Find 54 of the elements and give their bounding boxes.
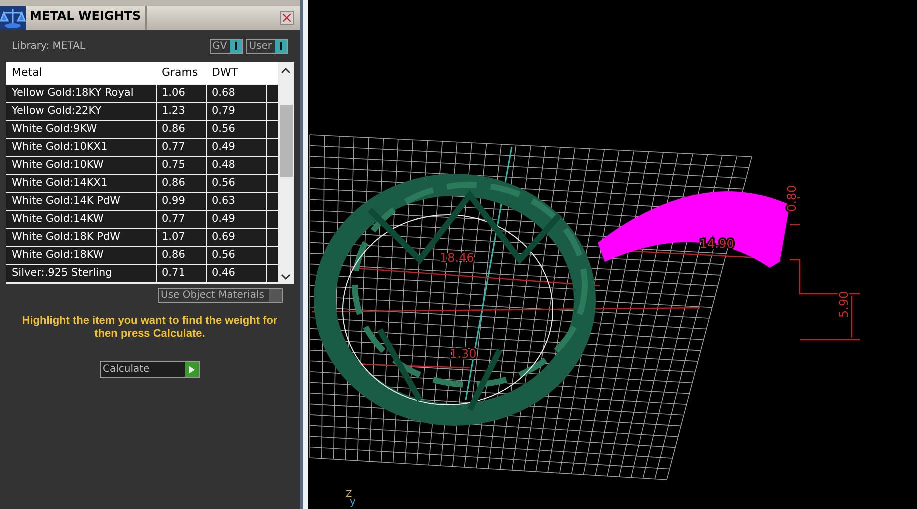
table-cell-text: 0.71 [161,266,186,281]
table-cell-text: 0.86 [161,122,186,137]
calculate-button[interactable]: Calculate [100,361,200,378]
table-cell-text: White Gold:14KW [11,212,105,227]
table-cell-text: 0.99 [161,194,186,209]
scroll-down-icon[interactable] [281,273,291,281]
table-cell-text: 0.75 [161,158,186,173]
table-cell-text: White Gold:18K PdW [11,230,122,245]
table-cell-text: 0.56 [211,176,236,191]
dimension-label: 5.90 [837,291,851,318]
close-button[interactable] [280,11,294,25]
instruction-message: Highlight the item you want to find the weight for then press Calculate. [21,315,279,341]
dimension-label: 0.80 [785,185,799,212]
table-cell-text: 0.56 [211,248,236,263]
toggle-button[interactable]: User [246,38,288,54]
column-header[interactable]: Grams [156,64,206,82]
table-cell-text: 0.68 [211,86,236,101]
use-object-materials-checkbox[interactable]: Use Object Materials [158,288,283,303]
table-cell-text: 0.49 [211,212,236,227]
library-label: Library: METAL [12,40,86,54]
column-header[interactable]: DWT [206,64,266,82]
table-cell-text: 0.48 [211,158,236,173]
table-cell-text: Yellow Gold:18KY Royal [11,86,135,101]
scroll-up-icon[interactable] [281,67,291,75]
table-cell-text: White Gold:14K PdW [11,194,122,209]
table-cell-text: 0.77 [161,212,186,227]
table-cell-text: White Gold:14KX1 [11,176,109,191]
table-cell-text: White Gold:18KW [11,248,105,263]
table-cell-text: Silver:.925 Sterling [11,266,114,281]
table-cell-text: 0.79 [211,104,236,119]
balance-scale-icon [0,6,26,30]
table-cell-text: 0.56 [211,122,236,137]
table-cell-text: 1.23 [161,104,186,119]
table-cell-text: White Gold:10KW [11,158,105,173]
scrollbar-thumb[interactable] [280,105,292,177]
table-cell-text: Yellow Gold:22KY [11,104,103,119]
play-icon [189,366,195,374]
table-cell-text: 0.86 [161,248,186,263]
axis-label: y [350,497,356,508]
axis-label: Z [346,490,352,500]
table-cell-text: 0.86 [161,176,186,191]
column-header[interactable]: Metal [6,64,156,82]
table-cell-text: 0.69 [211,230,236,245]
table-cell-text: 0.46 [211,266,236,281]
table-cell-text: 1.07 [161,230,186,245]
close-icon [283,14,291,22]
table-cell-text: White Gold:10KX1 [11,140,109,155]
table-cell-text: 0.63 [211,194,236,209]
toggle-button[interactable]: GV [210,38,244,54]
table-cell-text: 0.49 [211,140,236,155]
table-cell-text: White Gold:9KW [11,122,98,137]
table-cell-text: 1.06 [161,86,186,101]
window-title: METAL WEIGHTS [30,8,142,25]
table-cell-text: 0.77 [161,140,186,155]
